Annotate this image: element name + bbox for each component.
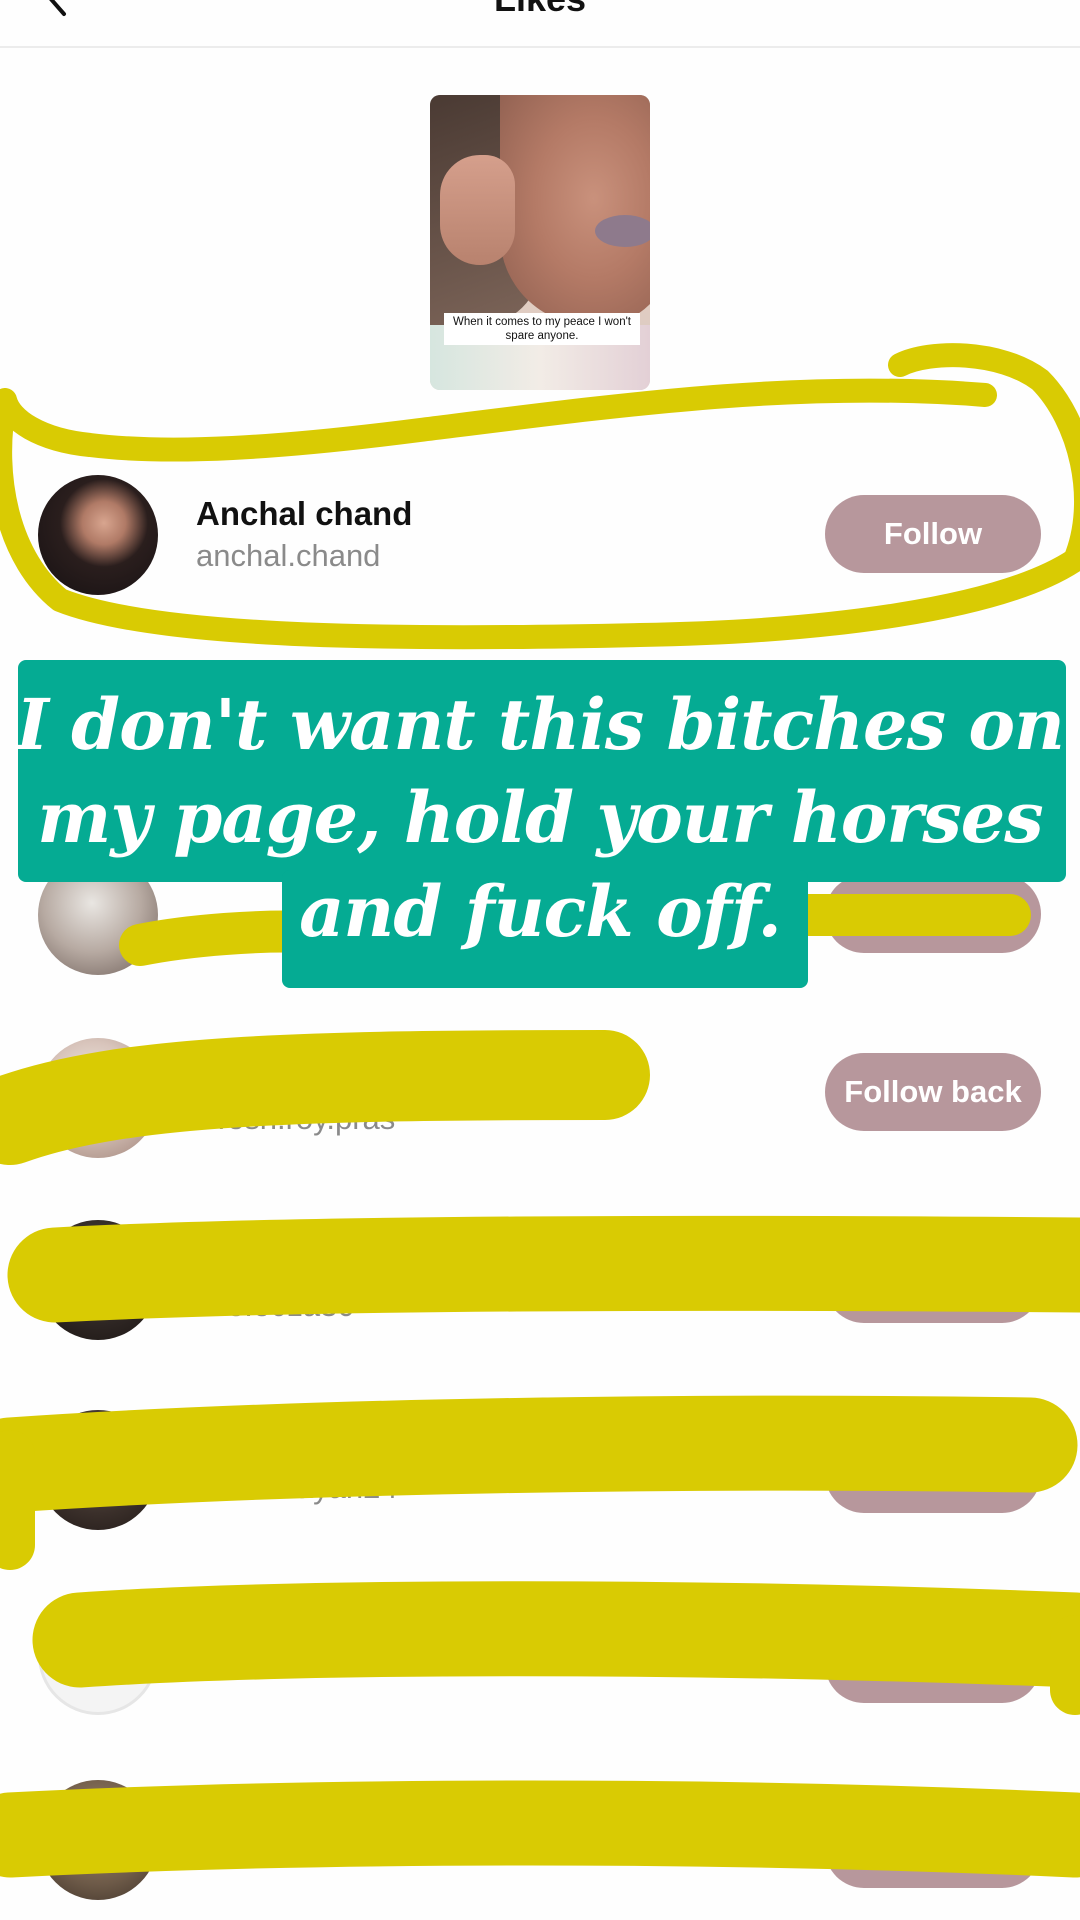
caption-line: my page, hold your horses <box>37 776 1043 859</box>
avatar[interactable] <box>38 1410 158 1530</box>
user-name: …esh Gounder <box>230 1615 467 1652</box>
avatar[interactable] <box>38 1038 158 1158</box>
user-row[interactable]: …esh Gounder <box>0 1590 1080 1740</box>
follow-button[interactable] <box>825 1810 1041 1888</box>
user-row[interactable] <box>0 1775 1080 1920</box>
video-caption: When it comes to my peace I won't spare … <box>444 313 640 345</box>
follow-back-button[interactable]: Follow back <box>825 1053 1041 1131</box>
avatar[interactable] <box>38 1595 158 1715</box>
follow-button[interactable] <box>825 1435 1041 1513</box>
video-thumbnail[interactable]: When it comes to my peace I won't spare … <box>430 95 650 390</box>
user-handle: …e.e0za30 <box>196 1288 355 1323</box>
follow-button[interactable] <box>825 1625 1041 1703</box>
user-row[interactable]: vinitnarayan24 <box>0 1400 1080 1550</box>
avatar[interactable] <box>38 475 158 595</box>
page-title: Likes <box>0 0 1080 20</box>
user-handle: vinitnarayan24 <box>196 1470 398 1505</box>
follow-button[interactable] <box>825 1245 1041 1323</box>
avatar[interactable] <box>38 1780 158 1900</box>
user-name: Anchal chand <box>196 495 413 532</box>
follow-button[interactable]: Follow <box>825 495 1041 573</box>
avatar[interactable] <box>38 1220 158 1340</box>
header: Likes <box>0 0 1080 48</box>
user-handle: …esh.roy.pras <box>196 1101 396 1136</box>
user-handle: anchal.chand <box>196 538 381 573</box>
likes-screen: Likes When it comes to my peace I won't … <box>0 0 1080 1920</box>
user-row[interactable]: …e.e0za30 <box>0 1210 1080 1360</box>
caption-line: and fuck off. <box>299 870 782 953</box>
user-row[interactable]: Anchal chand anchal.chand Follow <box>0 460 1080 610</box>
caption-line: I don't want this bitches on <box>16 683 1065 766</box>
user-row[interactable]: …esh.roy.pras Follow back <box>0 1023 1080 1173</box>
